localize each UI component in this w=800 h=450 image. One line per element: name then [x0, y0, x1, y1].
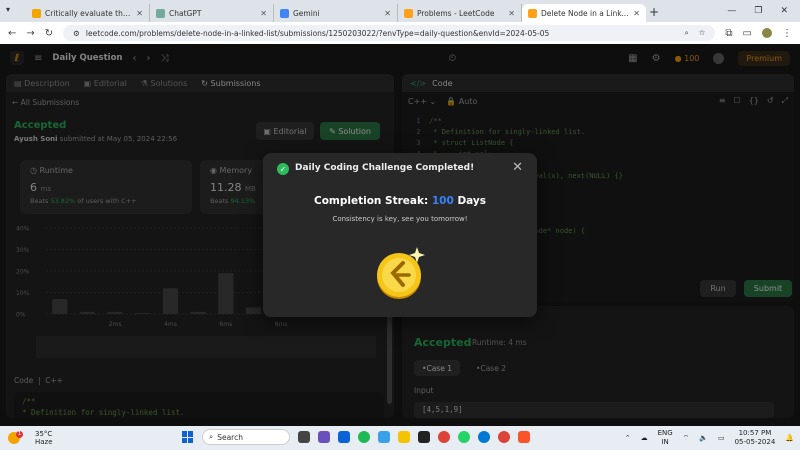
- tab-title: Critically evaluate the impact of: [45, 8, 132, 18]
- volume-icon[interactable]: 🔈: [699, 434, 708, 442]
- browser-tab[interactable]: ChatGPT ✕: [150, 4, 274, 22]
- bookmark-star-icon[interactable]: ☆: [699, 28, 706, 38]
- url-field[interactable]: ⚙ leetcode.com/problems/delete-node-in-a…: [63, 25, 716, 41]
- browser-tab-active[interactable]: Delete Node in a Linked List - L✕: [522, 4, 646, 22]
- tab-title: Problems - LeetCode: [417, 8, 495, 18]
- modal-message: Consistency is key, see you tomorrow!: [332, 215, 468, 223]
- browser-tab[interactable]: Gemini ✕: [274, 4, 398, 22]
- tab-search-icon[interactable]: ▾: [6, 5, 20, 17]
- window-controls: — ❐ ✕: [727, 0, 800, 22]
- store-icon[interactable]: [378, 431, 390, 443]
- task-view-icon[interactable]: [298, 431, 310, 443]
- notifications-icon[interactable]: 🔔: [785, 434, 794, 442]
- address-bar-row: ← → ↻ ⚙ leetcode.com/problems/delete-nod…: [0, 22, 800, 44]
- sidebar-icon[interactable]: ▭: [743, 28, 752, 39]
- streak-label: Completion Streak:: [313, 195, 429, 207]
- cloud-icon[interactable]: ☁: [641, 434, 648, 442]
- extensions-icon[interactable]: ⧉: [725, 28, 732, 39]
- file-explorer-icon[interactable]: [398, 431, 410, 443]
- tab-favicon: [528, 8, 537, 18]
- close-icon[interactable]: ✕: [136, 9, 143, 18]
- taskbar-search[interactable]: ⌕ Search: [202, 429, 290, 445]
- mail-icon[interactable]: [338, 431, 350, 443]
- tab-title: Gemini: [293, 8, 320, 18]
- browser-tab-bar: ▾ Critically evaluate the impact of ✕ Cha…: [0, 0, 800, 22]
- tab-favicon: [280, 8, 289, 18]
- terminal-icon[interactable]: [418, 431, 430, 443]
- menu-icon[interactable]: ⋮: [782, 28, 792, 39]
- tab-favicon: [32, 8, 41, 18]
- url-text: leetcode.com/problems/delete-node-in-a-l…: [85, 28, 550, 38]
- notification-badge: 1: [16, 430, 23, 438]
- reload-icon[interactable]: ↻: [45, 28, 53, 39]
- chrome-icon[interactable]: [438, 431, 450, 443]
- brave-icon[interactable]: [518, 431, 530, 443]
- weather-text: Haze: [35, 438, 53, 446]
- challenge-completed-modal: ✓ Daily Coding Challenge Completed! ✕ Co…: [263, 153, 537, 317]
- language-indicator[interactable]: ENG IN: [658, 429, 673, 447]
- close-icon[interactable]: ✕: [512, 160, 523, 175]
- streak-value: 100: [431, 195, 454, 207]
- close-icon[interactable]: ✕: [384, 9, 391, 18]
- close-icon[interactable]: ✕: [508, 9, 515, 18]
- close-icon[interactable]: ✕: [260, 9, 267, 18]
- system-tray: ⌃ ☁ ENG IN ⌔ 🔈 ▭ 10:57 PM 05-05-2024 🔔: [625, 429, 794, 447]
- tab-favicon: [156, 8, 165, 18]
- search-label: Search: [217, 432, 243, 442]
- spotify-icon[interactable]: [358, 431, 370, 443]
- whatsapp-icon[interactable]: [458, 431, 470, 443]
- forward-icon[interactable]: →: [26, 28, 34, 39]
- leetcode-coin-icon: [377, 247, 425, 299]
- new-tab-button[interactable]: +: [646, 5, 662, 19]
- tab-title: Delete Node in a Linked List - L: [541, 8, 630, 18]
- chrome-active-icon[interactable]: [498, 431, 510, 443]
- browser-tab[interactable]: Critically evaluate the impact of ✕: [26, 4, 150, 22]
- windows-start-icon[interactable]: [182, 431, 194, 443]
- time: 10:57 PM: [738, 429, 772, 437]
- tab-title: ChatGPT: [169, 8, 202, 18]
- completion-streak: Completion Streak: 100 Days: [263, 195, 537, 207]
- teams-icon[interactable]: [318, 431, 330, 443]
- weather-widget[interactable]: 1 35°C Haze: [8, 430, 53, 446]
- date: 05-05-2024: [734, 438, 776, 446]
- maximize-icon[interactable]: ❐: [754, 6, 762, 16]
- tab-favicon: [404, 8, 413, 18]
- taskbar-apps: ⌕ Search: [182, 429, 530, 445]
- temperature: 35°C: [35, 430, 53, 438]
- clock[interactable]: 10:57 PM 05-05-2024: [735, 429, 776, 447]
- minimize-icon[interactable]: —: [727, 6, 736, 16]
- site-info-icon[interactable]: ⚙: [73, 29, 80, 38]
- streak-unit: Days: [457, 195, 487, 207]
- check-circle-icon: ✓: [277, 163, 289, 175]
- close-icon[interactable]: ✕: [633, 9, 640, 18]
- wifi-icon[interactable]: ⌔: [683, 434, 690, 443]
- close-window-icon[interactable]: ✕: [780, 6, 788, 16]
- zoom-icon[interactable]: ⌕: [684, 28, 688, 38]
- edge-icon[interactable]: [478, 431, 490, 443]
- tray-chevron-icon[interactable]: ⌃: [625, 434, 631, 442]
- windows-taskbar: 1 35°C Haze ⌕ Search ⌃ ☁ ENG IN ⌔ 🔈 ▭ 10:57…: [0, 426, 800, 450]
- profile-avatar[interactable]: [762, 28, 772, 38]
- back-icon[interactable]: ←: [8, 28, 16, 39]
- search-icon: ⌕: [209, 432, 214, 441]
- battery-icon[interactable]: ▭: [718, 434, 725, 442]
- modal-title: Daily Coding Challenge Completed!: [295, 163, 475, 173]
- browser-tab[interactable]: Problems - LeetCode ✕: [398, 4, 522, 22]
